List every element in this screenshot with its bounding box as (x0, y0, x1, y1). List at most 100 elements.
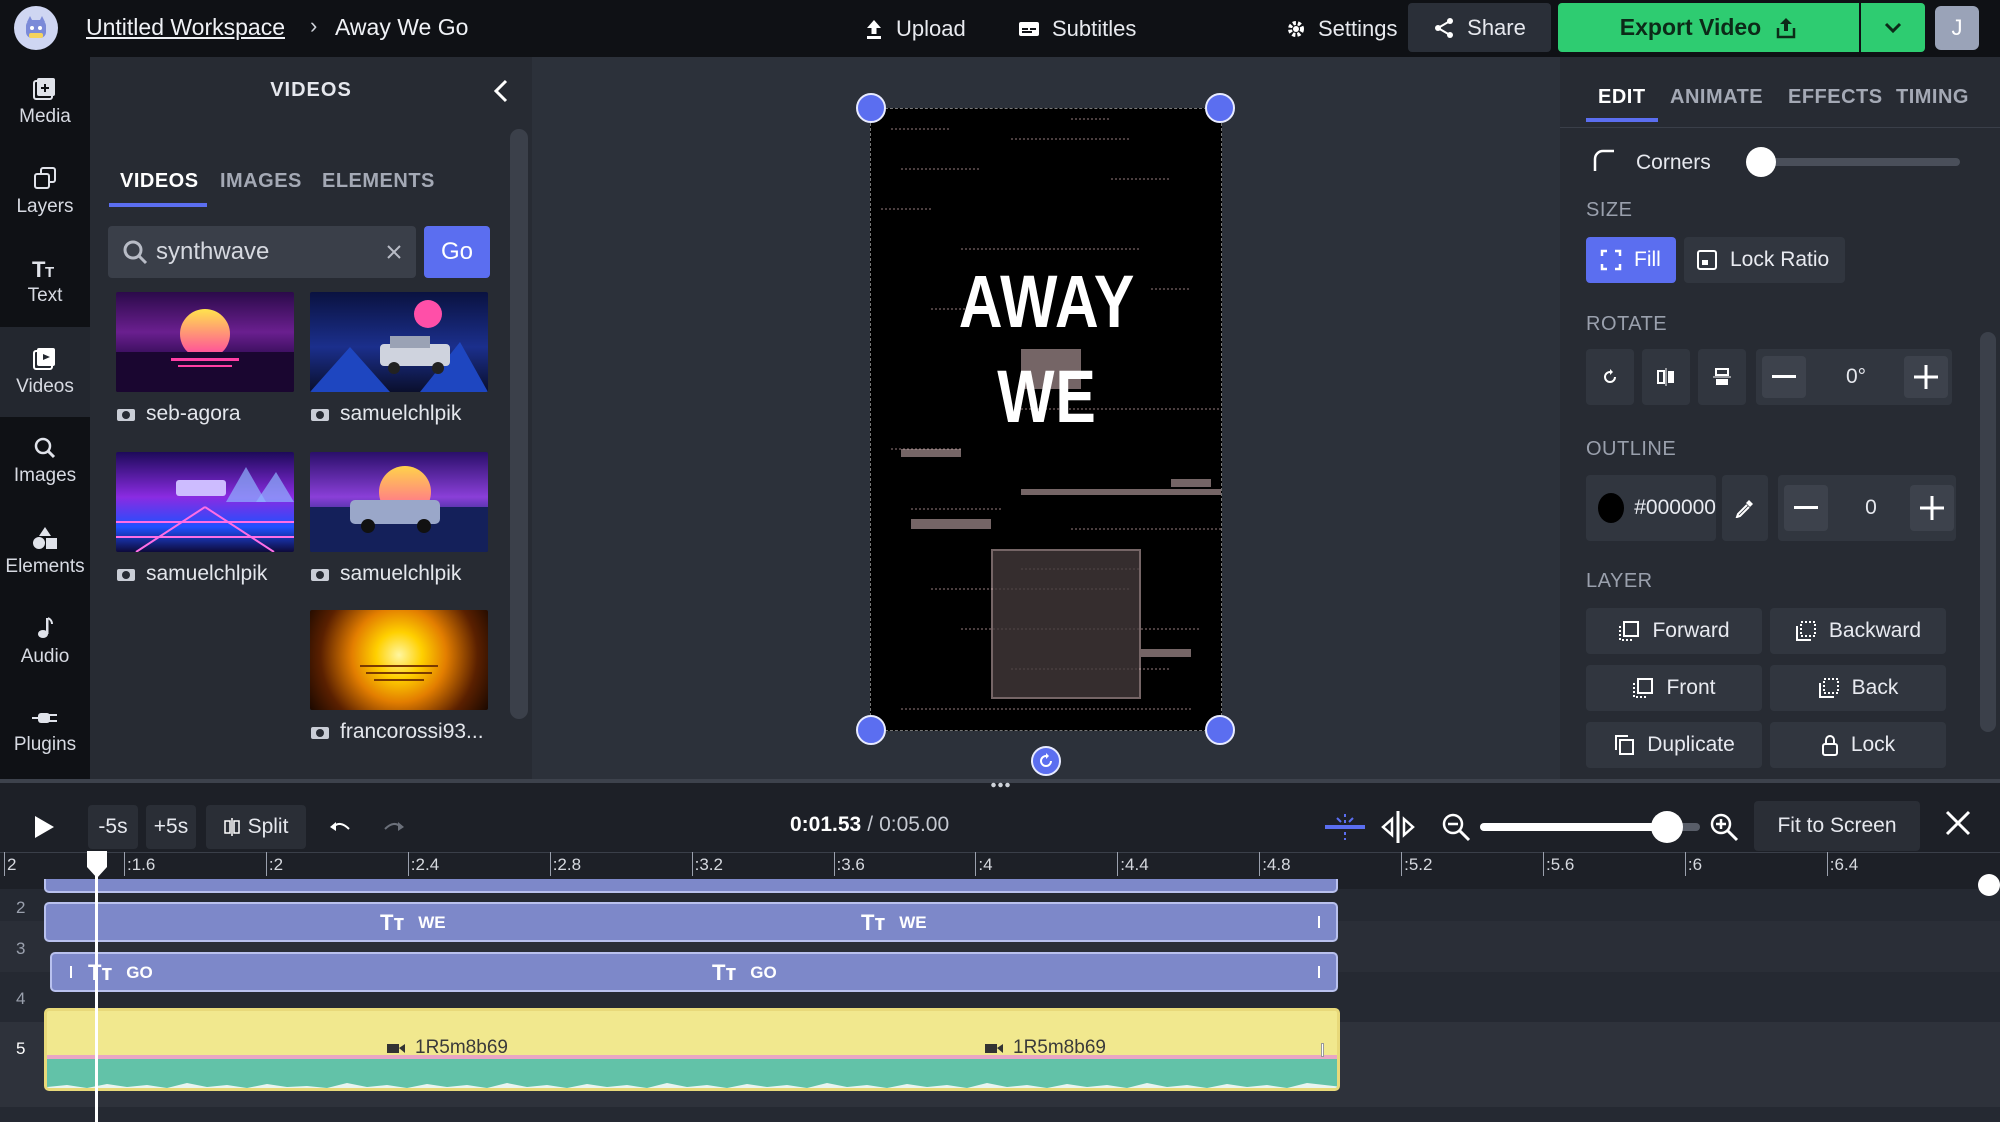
clip-trim-handle[interactable] (1318, 916, 1320, 928)
video-thumbnail[interactable] (310, 610, 488, 710)
clear-search-icon[interactable] (386, 244, 402, 260)
clip-trim-handle[interactable] (70, 966, 72, 978)
rail-item-elements[interactable]: Elements (0, 507, 90, 597)
rail-item-layers[interactable]: Layers (0, 147, 90, 237)
duplicate-button[interactable]: Duplicate (1586, 722, 1762, 768)
tab-images[interactable]: IMAGES (220, 170, 302, 193)
library-scrollbar[interactable] (510, 129, 528, 719)
rail-item-audio[interactable]: Audio (0, 597, 90, 687)
playhead-line[interactable] (95, 852, 98, 1122)
playhead-handle[interactable] (85, 851, 109, 879)
tab-effects[interactable]: EFFECTS (1788, 86, 1883, 109)
zoom-slider-thumb[interactable] (1651, 811, 1683, 843)
rail-item-media[interactable]: Media (0, 57, 90, 147)
canvas-text-we[interactable]: WE (903, 354, 1192, 439)
skip-back-5s-button[interactable]: -5s (88, 805, 138, 849)
camera-icon (117, 569, 135, 581)
tab-timing[interactable]: TIMING (1896, 86, 1969, 109)
resize-handle-top-left[interactable] (856, 93, 886, 123)
track-clip[interactable] (44, 879, 1338, 893)
forward-button[interactable]: Forward (1586, 608, 1762, 654)
video-thumbnail[interactable] (116, 452, 294, 552)
user-avatar[interactable]: J (1935, 6, 1979, 50)
video-thumbnail[interactable] (310, 452, 488, 552)
tab-videos[interactable]: VIDEOS (120, 170, 199, 193)
play-button[interactable] (22, 805, 66, 849)
outline-color-picker[interactable]: #000000 (1586, 475, 1716, 541)
export-options-dropdown[interactable] (1861, 3, 1925, 52)
timeline-scroll-handle[interactable] (1978, 874, 2000, 896)
export-video-button[interactable]: Export Video (1558, 3, 1859, 52)
close-timeline-button[interactable] (1936, 801, 1980, 845)
resize-handle-bottom-right[interactable] (1205, 715, 1235, 745)
inspector-scrollbar[interactable] (1980, 332, 1996, 732)
ruler-tick-label: :4.4 (1120, 855, 1149, 874)
lock-button[interactable]: Lock (1770, 722, 1946, 768)
undo-button[interactable] (320, 805, 360, 849)
ruler-tick-label: :1.6 (127, 855, 156, 874)
chevron-left-icon (493, 79, 508, 103)
rotate-increment-button[interactable] (1904, 356, 1948, 398)
rotate-value[interactable]: 0° (1810, 356, 1902, 398)
tab-animate[interactable]: ANIMATE (1670, 86, 1763, 109)
zoom-in-button[interactable] (1706, 805, 1742, 849)
flip-vertical-button[interactable] (1698, 349, 1746, 405)
resize-handle-top-right[interactable] (1205, 93, 1235, 123)
front-button[interactable]: Front (1586, 665, 1762, 711)
resize-grip-icon[interactable] (990, 782, 1010, 788)
settings-button[interactable]: Settings (1286, 0, 1398, 57)
skip-forward-5s-button[interactable]: +5s (146, 805, 196, 849)
clip-trim-handle[interactable] (1321, 1043, 1324, 1057)
resize-handle-bottom-left[interactable] (856, 715, 886, 745)
project-title[interactable]: Away We Go (335, 14, 468, 41)
lock-ratio-button[interactable]: Lock Ratio (1684, 237, 1845, 283)
zoom-out-button[interactable] (1438, 805, 1474, 849)
video-author: seb-agora (116, 402, 241, 426)
outline-width-value[interactable]: 0 (1830, 485, 1912, 531)
tab-elements[interactable]: ELEMENTS (322, 170, 435, 193)
rail-item-plugins[interactable]: Plugins (0, 687, 90, 777)
rotate-handle[interactable] (1031, 746, 1061, 776)
app-logo[interactable] (14, 6, 58, 50)
rotate-button[interactable] (1586, 349, 1634, 405)
backward-button[interactable]: Backward (1770, 608, 1946, 654)
corners-slider-thumb[interactable] (1746, 147, 1776, 177)
collapse-panel-button[interactable] (486, 74, 516, 108)
ruler-tick-label: :3.6 (836, 855, 865, 874)
workspace-link[interactable]: Untitled Workspace (86, 14, 285, 41)
share-icon (1435, 17, 1454, 38)
fit-clip-button[interactable] (1376, 805, 1420, 849)
rail-item-videos[interactable]: Videos (0, 327, 90, 417)
upload-button[interactable]: Upload (864, 0, 966, 57)
text-icon: Tт (712, 960, 737, 985)
video-thumbnail[interactable] (310, 292, 488, 392)
redo-button[interactable] (374, 805, 414, 849)
video-clip[interactable]: 1R5m8b69 1R5m8b69 (44, 1008, 1340, 1091)
fit-to-screen-button[interactable]: Fit to Screen (1754, 801, 1920, 851)
subtitles-button[interactable]: Subtitles (1018, 0, 1136, 57)
rail-item-text[interactable]: T T Text (0, 237, 90, 327)
tab-edit[interactable]: EDIT (1598, 86, 1646, 109)
rotate-decrement-button[interactable] (1762, 356, 1806, 398)
share-button[interactable]: Share (1408, 3, 1551, 52)
eyedropper-button[interactable] (1722, 475, 1768, 541)
clip-label: Tт GO (712, 960, 777, 985)
text-clip-we[interactable]: Tт WE Tт WE (44, 902, 1338, 942)
outline-decrement-button[interactable] (1784, 485, 1828, 531)
back-button[interactable]: Back (1770, 665, 1946, 711)
rail-item-images[interactable]: Images (0, 417, 90, 507)
corners-slider[interactable] (1760, 158, 1960, 166)
text-clip-go[interactable]: Tт GO Tт GO (50, 952, 1338, 992)
fill-button[interactable]: Fill (1586, 237, 1676, 283)
clip-trim-handle[interactable] (1318, 966, 1320, 978)
video-thumbnail[interactable] (116, 292, 294, 392)
search-input[interactable] (156, 235, 376, 269)
snap-toggle-button[interactable] (1324, 805, 1366, 849)
split-button[interactable]: Split (206, 805, 306, 849)
video-frame[interactable]: AWAY WE (870, 108, 1222, 731)
canvas-text-away[interactable]: AWAY (903, 259, 1192, 344)
flip-horizontal-button[interactable] (1642, 349, 1690, 405)
search-go-button[interactable]: Go (424, 226, 490, 278)
outline-increment-button[interactable] (1910, 485, 1954, 531)
share-label: Share (1467, 14, 1526, 40)
